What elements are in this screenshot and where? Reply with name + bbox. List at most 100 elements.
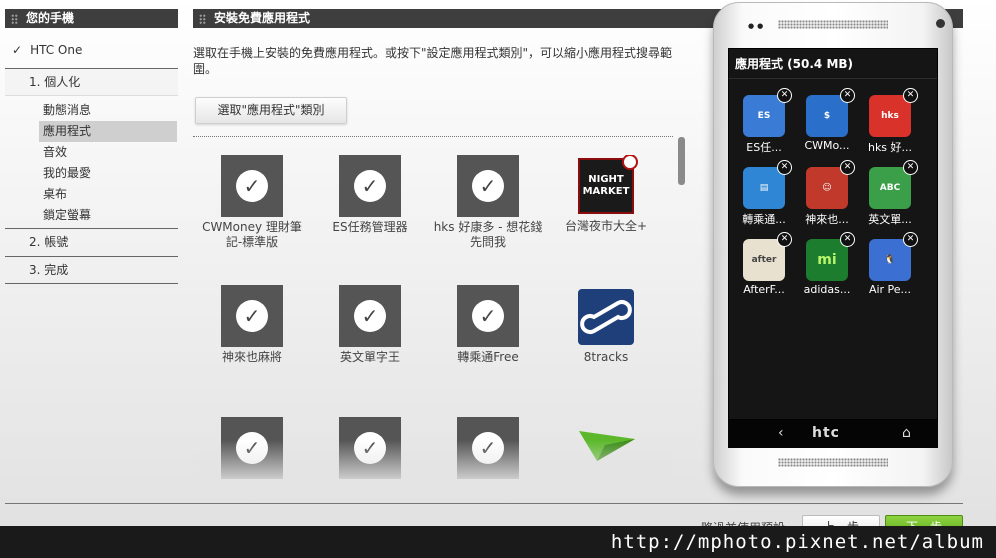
- app-tile[interactable]: NIGHT MARKET 台灣夜市大全+: [547, 155, 665, 234]
- remove-icon[interactable]: ✕: [840, 232, 855, 247]
- htc-logo: htc: [812, 425, 840, 441]
- subnav: 動態消息 應用程式 音效 我的最愛 桌布 鎖定螢幕: [5, 96, 178, 228]
- app-label: 轉乘通Free: [457, 350, 519, 364]
- remove-icon[interactable]: ✕: [840, 160, 855, 175]
- select-category-button[interactable]: 選取"應用程式"類別: [195, 97, 347, 124]
- remove-icon[interactable]: ✕: [903, 88, 918, 103]
- camera-icon: [936, 19, 945, 28]
- english-word-icon: ABC ✕: [869, 160, 918, 209]
- phone-app-label: Air Pe...: [868, 283, 912, 296]
- subnav-item-wallpaper[interactable]: 桌布: [43, 184, 178, 205]
- phone-app-label: 轉乘通...: [742, 213, 786, 226]
- phone-app-label: hks 好...: [867, 141, 913, 154]
- phone-app-label: AfterF...: [743, 283, 785, 296]
- remove-icon[interactable]: ✕: [777, 160, 792, 175]
- 8tracks-icon: [578, 289, 634, 345]
- phone-app[interactable]: mi ✕ adidas...: [798, 232, 856, 296]
- app-tile[interactable]: ✓ 轉乘通Free: [429, 285, 547, 365]
- device-name: HTC One: [30, 43, 83, 57]
- remove-icon[interactable]: ✕: [777, 88, 792, 103]
- phone-app[interactable]: 🐧 ✕ Air Pe...: [861, 232, 919, 296]
- transfer-icon: ▤ ✕: [743, 160, 792, 209]
- grip-icon: [11, 13, 18, 24]
- remove-icon[interactable]: ✕: [903, 160, 918, 175]
- top-speaker: [778, 20, 888, 29]
- subnav-item-sound[interactable]: 音效: [43, 142, 178, 163]
- app-label: 英文單字王: [339, 350, 400, 364]
- step-finish[interactable]: 3. 完成: [5, 256, 178, 284]
- app-tile[interactable]: 8tracks: [547, 285, 665, 365]
- grip-icon: [199, 13, 206, 24]
- sensor-icon: ●●: [748, 22, 767, 30]
- app-tile[interactable]: ✓ 神來也麻將: [193, 285, 311, 365]
- check-icon: ✓: [12, 43, 23, 57]
- app-label: CWMoney 理財筆記-標準版: [202, 220, 302, 249]
- phone-app[interactable]: after ✕ AfterF...: [735, 232, 793, 296]
- phone-app[interactable]: hks ✕ hks 好...: [861, 88, 919, 155]
- screen-title: 應用程式 (50.4 MB): [729, 49, 937, 79]
- app-thumbnail: ✓: [221, 155, 283, 217]
- remove-icon[interactable]: ✕: [840, 88, 855, 103]
- phone-app-label: ES任...: [746, 141, 782, 154]
- app-thumbnail: ✓: [339, 155, 401, 217]
- remove-icon[interactable]: ✕: [903, 232, 918, 247]
- infinity-icon: [580, 300, 632, 334]
- app-label: hks 好康多 - 想花錢 先問我: [433, 220, 543, 249]
- air-penguin-icon: 🐧 ✕: [869, 232, 918, 281]
- step-personalize[interactable]: 1. 個人化: [5, 68, 178, 96]
- app-tile[interactable]: ✓ CWMoney 理財筆記-標準版: [193, 155, 311, 250]
- app-label: 台灣夜市大全+: [564, 219, 648, 233]
- back-icon[interactable]: ‹: [778, 425, 784, 441]
- divider: [193, 136, 673, 137]
- phone-preview: ●● 應用程式 (50.4 MB) ES ✕ ES任... $ ✕ CWMo... …: [713, 2, 953, 487]
- phone-app[interactable]: ABC ✕ 英文單...: [861, 160, 919, 227]
- phone-app[interactable]: ☺ ✕ 神來也...: [798, 160, 856, 227]
- app-label: 神來也麻將: [221, 350, 282, 364]
- phone-screen: 應用程式 (50.4 MB) ES ✕ ES任... $ ✕ CWMo... hks…: [728, 48, 938, 420]
- checkmark-icon: ✓: [236, 300, 268, 332]
- subnav-item-lockscreen[interactable]: 鎖定螢幕: [43, 205, 178, 226]
- app-tile[interactable]: ✓ 英文單字王: [311, 285, 429, 365]
- phone-app[interactable]: ▤ ✕ 轉乘通...: [735, 160, 793, 227]
- app-thumbnail: ✓: [221, 285, 283, 347]
- step-account[interactable]: 2. 帳號: [5, 228, 178, 256]
- app-thumbnail: ✓: [457, 285, 519, 347]
- sidebar-header: 您的手機: [5, 9, 178, 28]
- adidas-mi-icon: mi ✕: [806, 232, 855, 281]
- app-tile[interactable]: ✓ hks 好康多 - 想花錢 先問我: [429, 155, 547, 250]
- scrollbar[interactable]: [678, 137, 685, 185]
- cwmoney-icon: $ ✕: [806, 88, 855, 137]
- night-market-icon: NIGHT MARKET: [578, 155, 638, 214]
- hks-icon: hks ✕: [869, 88, 918, 137]
- phone-app[interactable]: $ ✕ CWMo...: [798, 88, 856, 152]
- mahjong-icon: ☺ ✕: [806, 160, 855, 209]
- checkmark-icon: ✓: [472, 170, 504, 202]
- app-thumbnail: ✓: [457, 155, 519, 217]
- phone-app-label: 英文單...: [868, 213, 912, 226]
- phone-app[interactable]: ES ✕ ES任...: [735, 88, 793, 155]
- grid-fade: [193, 440, 673, 495]
- watermark: http://mphoto.pixnet.net/album: [0, 526, 996, 558]
- es-task-icon: ES ✕: [743, 88, 792, 137]
- subnav-item-news[interactable]: 動態消息: [43, 100, 178, 121]
- app-thumbnail: ✓: [339, 285, 401, 347]
- checkmark-icon: ✓: [354, 300, 386, 332]
- phone-app-label: 神來也...: [805, 213, 849, 226]
- app-label: 8tracks: [583, 350, 629, 364]
- subnav-item-apps[interactable]: 應用程式: [39, 121, 177, 142]
- device-row[interactable]: ✓ HTC One: [5, 28, 178, 68]
- home-icon[interactable]: ⌂: [902, 425, 911, 441]
- remove-icon[interactable]: ✕: [777, 232, 792, 247]
- checkmark-icon: ✓: [236, 170, 268, 202]
- sidebar: 您的手機 ✓ HTC One 1. 個人化 動態消息 應用程式 音效 我的最愛 桌…: [5, 9, 178, 284]
- description: 選取在手機上安裝的免費應用程式。或按下"設定應用程式類別"，可以縮小應用程式搜尋…: [193, 46, 673, 76]
- bottom-speaker: [778, 458, 888, 467]
- app-tile[interactable]: ✓ ES任務管理器: [311, 155, 429, 235]
- phone-app-label: CWMo...: [804, 139, 850, 152]
- bottom-divider: [5, 503, 963, 504]
- subnav-item-favorites[interactable]: 我的最愛: [43, 163, 178, 184]
- phone-app-label: adidas...: [803, 283, 851, 296]
- checkmark-icon: ✓: [472, 300, 504, 332]
- app-label: ES任務管理器: [332, 220, 408, 234]
- checkmark-icon: ✓: [354, 170, 386, 202]
